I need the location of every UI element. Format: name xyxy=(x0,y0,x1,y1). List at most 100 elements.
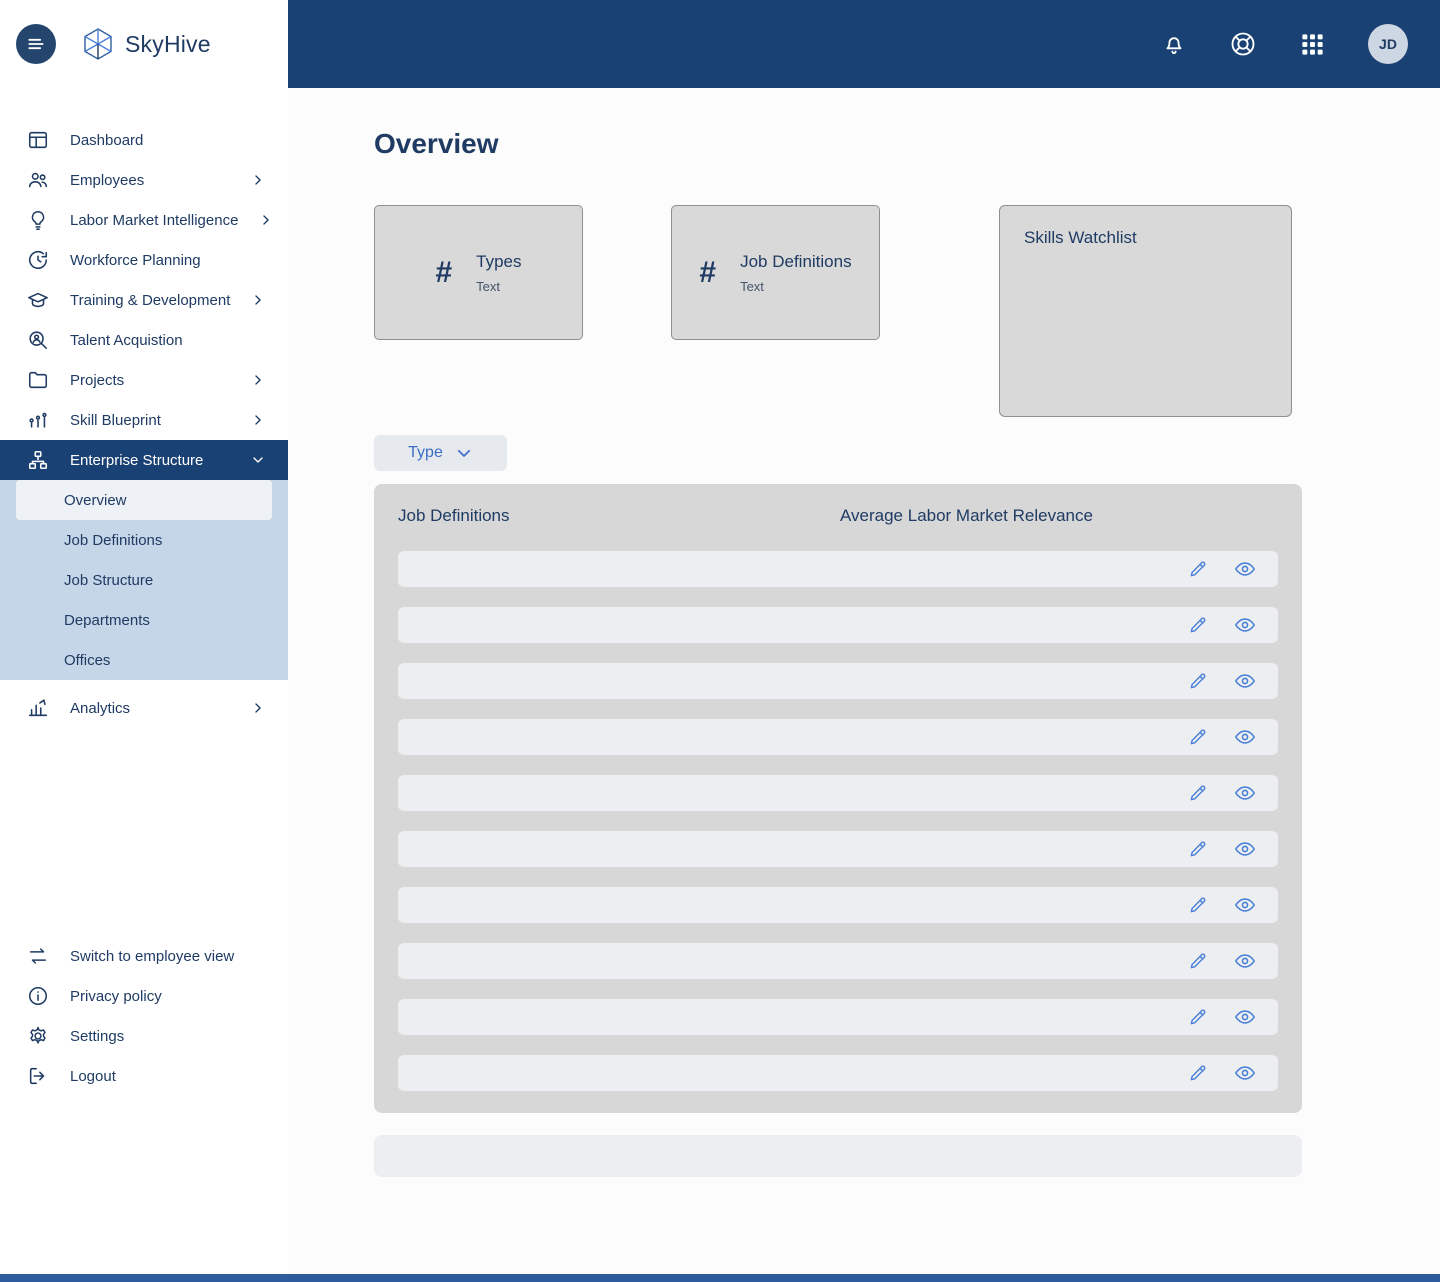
sidebar-item-label: Employees xyxy=(70,171,145,189)
edit-button[interactable] xyxy=(1188,1007,1208,1027)
summary-cards-row: # Types Text # Job Definitions Text Skil… xyxy=(374,205,1302,417)
sidebar-item-label: Skill Blueprint xyxy=(70,411,161,429)
pencil-icon xyxy=(1190,617,1206,633)
view-button[interactable] xyxy=(1234,726,1256,748)
talent-search-icon xyxy=(26,329,50,351)
table-row xyxy=(398,775,1278,811)
sidebar-item-skill-blueprint[interactable]: Skill Blueprint xyxy=(0,400,288,440)
view-button[interactable] xyxy=(1234,894,1256,916)
types-card-subtitle: Text xyxy=(476,278,500,294)
view-button[interactable] xyxy=(1234,558,1256,580)
chevron-right-icon xyxy=(250,700,266,716)
sidebar-item-enterprise-structure[interactable]: Enterprise Structure xyxy=(0,440,288,480)
footer-item-label: Settings xyxy=(70,1027,125,1045)
notifications-button[interactable] xyxy=(1161,31,1187,57)
sidebar-item-labor-market-intelligence[interactable]: Labor Market Intelligence xyxy=(0,200,288,240)
table-row xyxy=(398,943,1278,979)
chevron-right-icon xyxy=(250,172,266,188)
eye-icon xyxy=(1235,562,1255,576)
pencil-icon xyxy=(1190,729,1206,745)
sidebar-item-analytics[interactable]: Analytics xyxy=(0,688,288,728)
lightbulb-icon xyxy=(26,209,50,231)
view-button[interactable] xyxy=(1234,838,1256,860)
eye-icon xyxy=(1235,674,1255,688)
submenu-item-label: Job Structure xyxy=(64,571,154,589)
edit-button[interactable] xyxy=(1188,895,1208,915)
job-definitions-card-subtitle: Text xyxy=(740,278,764,294)
privacy-policy-link[interactable]: Privacy policy xyxy=(0,976,288,1016)
hamburger-menu-button[interactable] xyxy=(16,24,56,64)
apps-grid-button[interactable] xyxy=(1299,31,1326,58)
swap-arrows-icon xyxy=(26,945,50,967)
types-stat-card: # Types Text xyxy=(374,205,583,340)
submenu-item-job-structure[interactable]: Job Structure xyxy=(0,560,288,600)
employees-icon xyxy=(26,169,50,191)
view-button[interactable] xyxy=(1234,782,1256,804)
edit-button[interactable] xyxy=(1188,671,1208,691)
edit-button[interactable] xyxy=(1188,615,1208,635)
gear-icon xyxy=(26,1025,50,1047)
table-header-row: Job Definitions Average Labor Market Rel… xyxy=(398,504,1278,528)
skyhive-logo-icon xyxy=(84,28,112,60)
eye-icon xyxy=(1235,1010,1255,1024)
switch-to-employee-view-button[interactable]: Switch to employee view xyxy=(0,936,288,976)
job-definitions-count: # xyxy=(699,255,717,289)
view-button[interactable] xyxy=(1234,670,1256,692)
logout-button[interactable]: Logout xyxy=(0,1056,288,1096)
edit-button[interactable] xyxy=(1188,783,1208,803)
chevron-down-icon xyxy=(250,452,266,468)
column-header-job-definitions: Job Definitions xyxy=(398,506,510,525)
chevron-right-icon xyxy=(250,372,266,388)
job-definitions-card-title: Job Definitions xyxy=(740,251,852,271)
view-button[interactable] xyxy=(1234,614,1256,636)
skills-watchlist-title: Skills Watchlist xyxy=(1024,228,1137,247)
edit-button[interactable] xyxy=(1188,951,1208,971)
submenu-item-label: Departments xyxy=(64,611,150,629)
view-button[interactable] xyxy=(1234,1062,1256,1084)
skyhive-logo[interactable]: SkyHive xyxy=(80,26,211,62)
sidebar-item-dashboard[interactable]: Dashboard xyxy=(0,120,288,160)
top-bar: SkyHive JD xyxy=(0,0,1440,88)
submenu-item-label: Overview xyxy=(64,491,127,509)
column-header-avg-labor-market-relevance: Average Labor Market Relevance xyxy=(840,506,1093,525)
submenu-item-job-definitions[interactable]: Job Definitions xyxy=(0,520,288,560)
eye-icon xyxy=(1235,730,1255,744)
sidebar: Dashboard Employees Labor Market Intelli… xyxy=(0,88,288,1282)
sidebar-item-talent-acquisition[interactable]: Talent Acquistion xyxy=(0,320,288,360)
submenu-item-label: Offices xyxy=(64,651,111,669)
table-row xyxy=(398,607,1278,643)
logout-icon xyxy=(26,1065,50,1087)
app-window: SkyHive JD Dashboard Employees Labor Mar… xyxy=(0,0,1440,1282)
view-button[interactable] xyxy=(1234,1006,1256,1028)
type-filter-dropdown[interactable]: Type xyxy=(374,435,507,471)
edit-button[interactable] xyxy=(1188,559,1208,579)
edit-button[interactable] xyxy=(1188,727,1208,747)
analytics-icon xyxy=(26,697,50,719)
edit-button[interactable] xyxy=(1188,1063,1208,1083)
folder-icon xyxy=(26,369,50,391)
types-card-title: Types xyxy=(476,251,522,271)
help-button[interactable] xyxy=(1229,30,1257,58)
pencil-icon xyxy=(1190,1009,1206,1025)
edit-button[interactable] xyxy=(1188,839,1208,859)
submenu-item-offices[interactable]: Offices xyxy=(0,640,288,680)
footer-strip xyxy=(0,1274,1440,1282)
user-avatar[interactable]: JD xyxy=(1368,24,1408,64)
sidebar-item-label: Projects xyxy=(70,371,125,389)
sidebar-item-workforce-planning[interactable]: Workforce Planning xyxy=(0,240,288,280)
pagination-placeholder xyxy=(374,1135,1302,1177)
submenu-item-departments[interactable]: Departments xyxy=(0,600,288,640)
pencil-icon xyxy=(1190,841,1206,857)
footer-item-label: Switch to employee view xyxy=(70,947,235,965)
submenu-item-overview[interactable]: Overview xyxy=(16,480,272,520)
view-button[interactable] xyxy=(1234,950,1256,972)
sidebar-item-label: Dashboard xyxy=(70,131,144,149)
job-definitions-stat-card: # Job Definitions Text xyxy=(671,205,880,340)
type-filter-label: Type xyxy=(408,444,443,461)
sidebar-item-projects[interactable]: Projects xyxy=(0,360,288,400)
sidebar-item-training-development[interactable]: Training & Development xyxy=(0,280,288,320)
sidebar-item-employees[interactable]: Employees xyxy=(0,160,288,200)
settings-button[interactable]: Settings xyxy=(0,1016,288,1056)
brand-name: SkyHive xyxy=(125,30,211,57)
table-row xyxy=(398,1055,1278,1091)
